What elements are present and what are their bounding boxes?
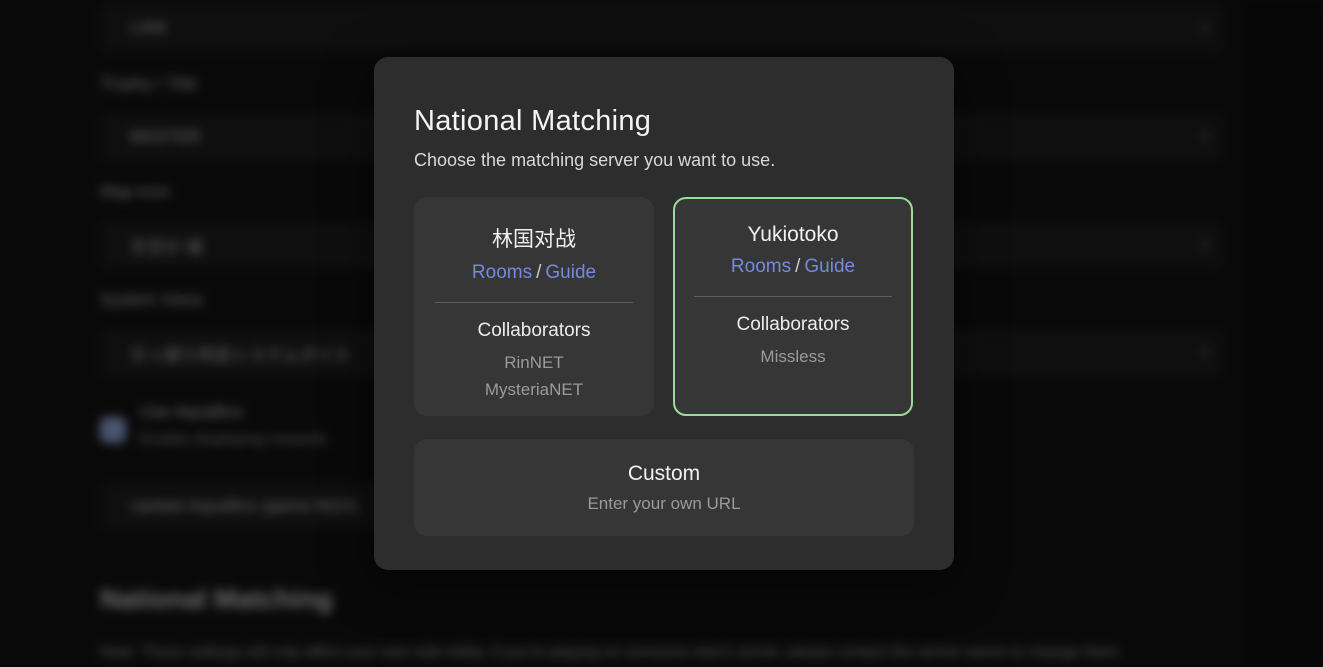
server-name: Yukiotoko	[675, 223, 911, 247]
dialog-title: National Matching	[414, 105, 914, 138]
collaborator-name: MysteriaNET	[416, 376, 652, 403]
card-divider	[435, 302, 633, 303]
server-links: Rooms/Guide	[416, 262, 652, 284]
card-divider	[694, 296, 892, 297]
guide-link[interactable]: Guide	[545, 262, 596, 283]
rooms-link[interactable]: Rooms	[472, 262, 532, 283]
collaborator-name: RinNET	[416, 349, 652, 376]
server-card-yukiotoko[interactable]: Yukiotoko Rooms/Guide Collaborators Miss…	[673, 197, 913, 416]
server-links: Rooms/Guide	[675, 256, 911, 278]
custom-server-subtitle: Enter your own URL	[587, 494, 740, 514]
custom-server-card[interactable]: Custom Enter your own URL	[414, 439, 914, 536]
links-separator: /	[795, 256, 800, 277]
custom-server-title: Custom	[628, 462, 700, 486]
server-name: 林国对战	[416, 223, 652, 253]
settings-page: LINK ▾ Trophy / Title MASTER ▾ Map Icon …	[0, 0, 1323, 667]
rooms-link[interactable]: Rooms	[731, 256, 791, 277]
links-separator: /	[536, 262, 541, 283]
collaborator-name: Missless	[675, 343, 911, 370]
server-card-linguo[interactable]: 林国对战 Rooms/Guide Collaborators RinNET My…	[414, 197, 654, 416]
national-matching-dialog: National Matching Choose the matching se…	[374, 57, 954, 570]
collaborators-heading: Collaborators	[416, 320, 652, 342]
dialog-subtitle: Choose the matching server you want to u…	[414, 150, 914, 171]
collaborators-heading: Collaborators	[675, 314, 911, 336]
server-cards-row: 林国对战 Rooms/Guide Collaborators RinNET My…	[414, 197, 914, 416]
guide-link[interactable]: Guide	[804, 256, 855, 277]
